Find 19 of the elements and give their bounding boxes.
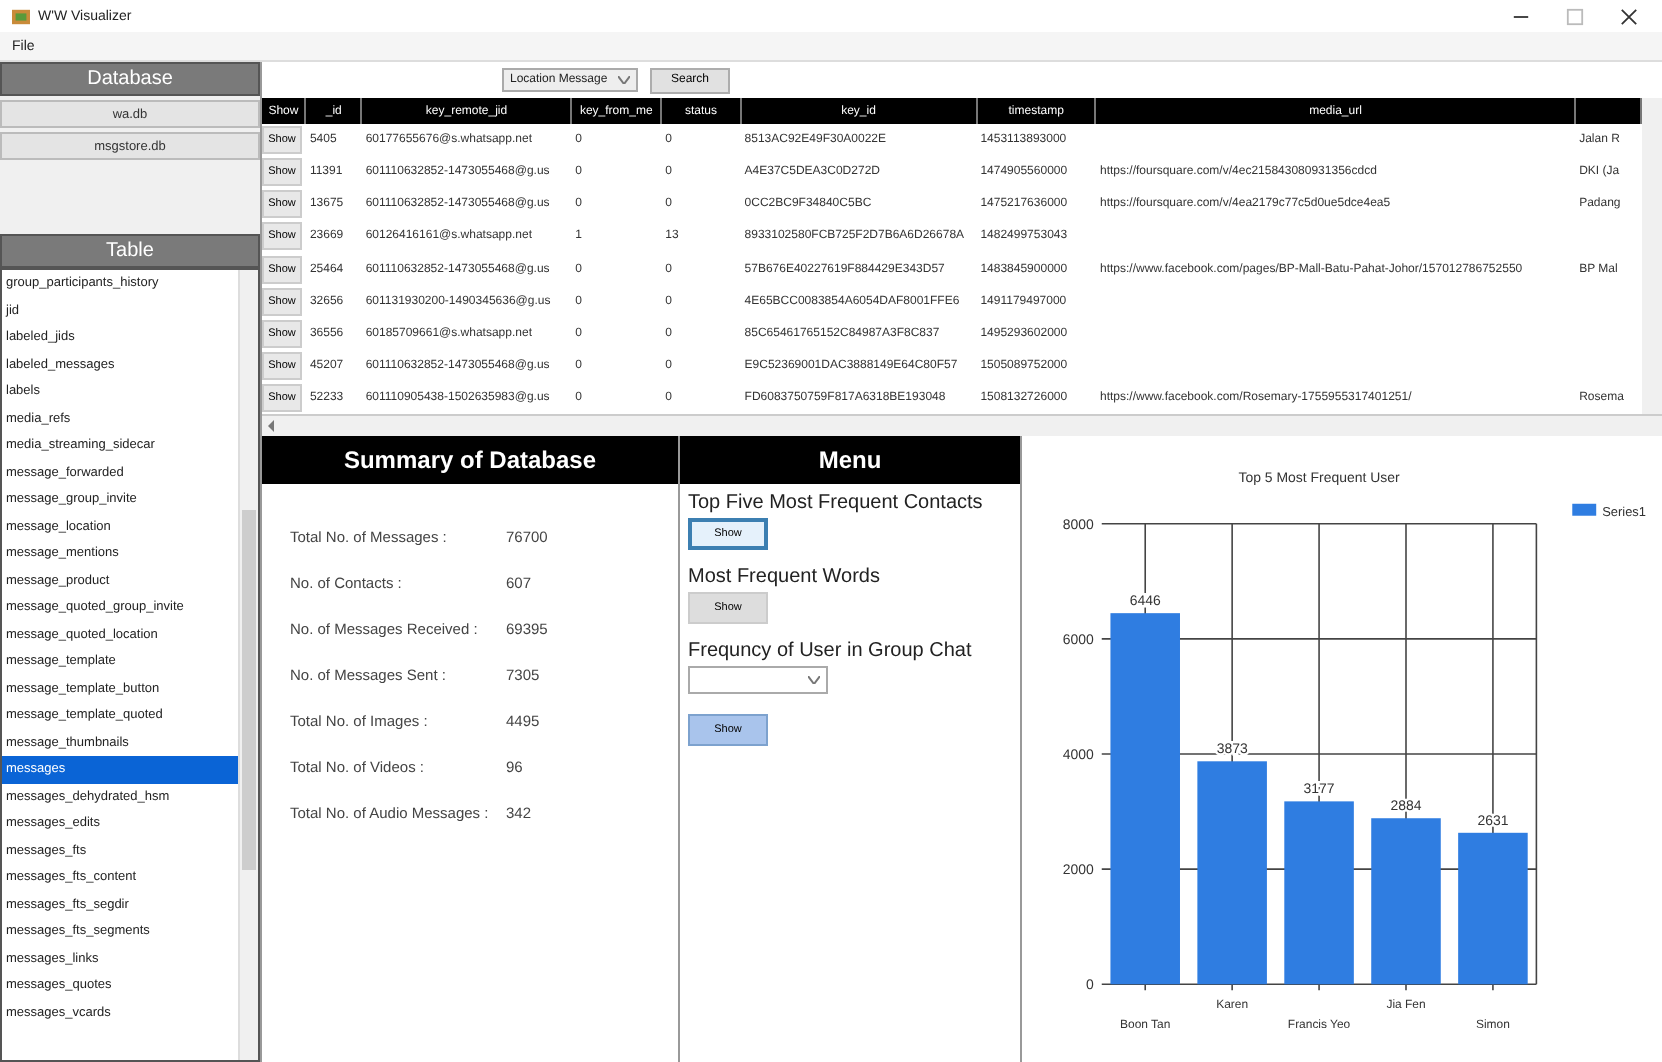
caret-icon bbox=[808, 676, 820, 684]
panel-header: Menu bbox=[680, 436, 1020, 484]
section-header: Table bbox=[0, 234, 260, 268]
menu-label: Frequncy of User in Group Chat bbox=[688, 640, 972, 662]
group-dropdown[interactable] bbox=[688, 666, 828, 694]
panel-header: Summary of Database bbox=[262, 436, 678, 484]
menu-label: Top Five Most Frequent Contacts bbox=[688, 492, 983, 514]
menu-label: Most Frequent Words bbox=[688, 566, 880, 588]
scrollbar[interactable] bbox=[1642, 98, 1662, 414]
app-icon bbox=[12, 7, 30, 25]
scrollbar[interactable] bbox=[238, 270, 258, 1060]
scrollbar[interactable] bbox=[262, 414, 1662, 436]
column-header[interactable] bbox=[1575, 98, 1642, 125]
close-icon[interactable] bbox=[1620, 7, 1638, 25]
section-header: Database bbox=[0, 62, 260, 96]
caret-icon bbox=[618, 76, 630, 84]
maximize-icon[interactable] bbox=[1566, 7, 1584, 25]
legend-swatch bbox=[1572, 503, 1597, 516]
scroll-left-icon[interactable] bbox=[266, 420, 278, 432]
